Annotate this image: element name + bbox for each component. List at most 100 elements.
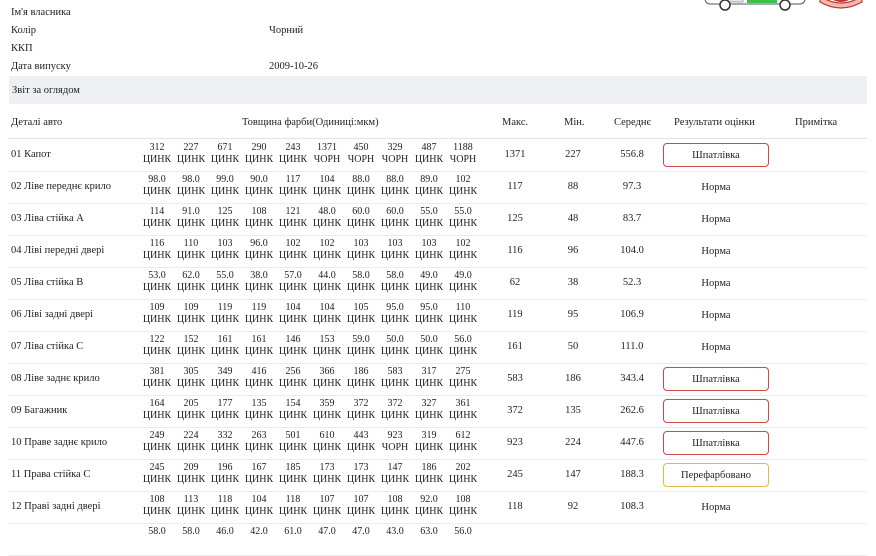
measurement-layer: ЦИНК [312,250,342,261]
measurement-value: 99.0 [216,174,234,185]
measurement: 108 ЦИНК [140,494,174,518]
measurement-layer: ЦИНК [244,442,274,453]
table-row: 08 Ліве заднє крило 381 ЦИНК 305 ЦИНК 349 ЦИНК… [9,363,867,396]
measurement-layer: ЦИНК [176,474,206,485]
measurement-value: 329 [387,142,403,153]
measurement: 327 ЦИНК [412,398,446,422]
avg-value: 556.8 [620,149,644,160]
avg-value [610,523,654,555]
measurement-value: 177 [217,398,233,409]
measurement-layer: ЦИНК [414,314,444,325]
max-value: 583 [507,373,523,384]
measurement-layer: ЦИНК [176,410,206,421]
measurement-layer: ЧОРН [381,154,409,165]
result-badge: Шпатлівка [663,143,769,167]
measurement: 114 ЦИНК [140,206,174,230]
avg-value: 108.3 [620,501,644,512]
measurement-value: 118 [217,494,233,505]
measurement-value: 116 [149,238,165,249]
min-value: 224 [565,437,581,448]
part-name: 11 Права стійка С [11,469,91,480]
table-row: 09 Багажник 164 ЦИНК 205 ЦИНК 177 ЦИНК 135 ЦИНК 1… [9,395,867,428]
max-value: 116 [507,245,523,256]
measurement: 923 ЧОРН [378,430,412,454]
part-name: 07 Ліва стійка С [11,341,84,352]
measurement: 42.0 [242,526,276,538]
measurement: 60.0 ЦИНК [378,206,412,230]
measurement-value: 96.0 [250,238,268,249]
measurement-layer: ЦИНК [278,474,308,485]
measurement-layer: ЦИНК [414,474,444,485]
info-label: Ім'я власника [11,7,71,18]
measurement-value: 107 [319,494,335,505]
header-max: Макс. [502,117,529,128]
measurement: 173 ЦИНК [344,462,378,486]
avg-value: 188.3 [620,469,644,480]
measurement-value: 103 [217,238,233,249]
measurement: 58.0 [140,526,174,538]
measurement-layer: ЦИНК [414,250,444,261]
measurement-value: 102 [319,238,335,249]
measurement: 117 ЦИНК [276,174,310,198]
result-badge [663,527,769,551]
measurement-layer: ЦИНК [346,186,376,197]
measurement: 47.0 [344,526,378,538]
table-row: 03 Ліва стійка А 114 ЦИНК 91.0 ЦИНК 125 ЦИНК 10… [9,203,867,236]
measurement-value: 56.0 [454,526,472,537]
measurement: 110 ЦИНК [446,302,480,326]
measurement: 95.0 ЦИНК [412,302,446,326]
measurement: 90.0 ЦИНК [242,174,276,198]
measurement-value: 104 [251,494,267,505]
measurement-layer: ЦИНК [346,218,376,229]
measurement-value: 275 [455,366,471,377]
result-badge: Шпатлівка [663,367,769,391]
measurement: 103 ЦИНК [412,238,446,262]
measurement-layer: ЦИНК [142,506,172,517]
measurement-value: 117 [285,174,301,185]
measurement: 108 ЦИНК [378,494,412,518]
part-name: 10 Праве заднє крило [11,437,108,448]
measurement: 1371 ЧОРН [310,142,344,166]
measurement: 118 ЦИНК [276,494,310,518]
measurement-layer: ЦИНК [414,410,444,421]
measurement-value: 60.0 [352,206,370,217]
measurement: 501 ЦИНК [276,430,310,454]
measurement-value: 58.0 [182,526,200,537]
measurement-layer: ЦИНК [380,186,410,197]
measurement-value: 102 [455,174,471,185]
measurement-layer: ЦИНК [346,346,376,357]
measurement-layer: ЦИНК [210,346,240,357]
measurement-value: 366 [319,366,335,377]
measurement-layer: ЦИНК [380,410,410,421]
measurement-value: 108 [149,494,165,505]
measurement: 119 ЦИНК [208,302,242,326]
measurement-value: 161 [217,334,233,345]
measurement: 108 ЦИНК [242,206,276,230]
info-label: ККП [11,43,33,54]
measurement: 107 ЦИНК [344,494,378,518]
measurement-layer: ЦИНК [312,506,342,517]
measurement-value: 43.0 [386,526,404,537]
measurement-value: 55.0 [216,270,234,281]
measurement-layer: ЦИНК [414,282,444,293]
measurement-value: 98.0 [182,174,200,185]
measurement: 147 ЦИНК [378,462,412,486]
measurement: 443 ЦИНК [344,430,378,454]
measurement-layer: ЦИНК [210,410,240,421]
measurement-value: 381 [149,366,165,377]
measurement: 109 ЦИНК [174,302,208,326]
measurement-value: 327 [421,398,437,409]
measurement-layer: ЦИНК [210,154,240,165]
measurement-value: 61.0 [284,526,302,537]
measurement-value: 243 [285,142,301,153]
measurement-layer: ЦИНК [312,346,342,357]
measurement: 92.0 ЦИНК [412,494,446,518]
measurement-layer: ЦИНК [448,218,478,229]
measurement-value: 110 [183,238,199,249]
measurement-value: 249 [149,430,165,441]
measurement-value: 372 [387,398,403,409]
measurement-value: 47.0 [352,526,370,537]
measurement-value: 55.0 [454,206,472,217]
measurement: 153 ЦИНК [310,334,344,358]
measurement-layer: ЦИНК [380,474,410,485]
